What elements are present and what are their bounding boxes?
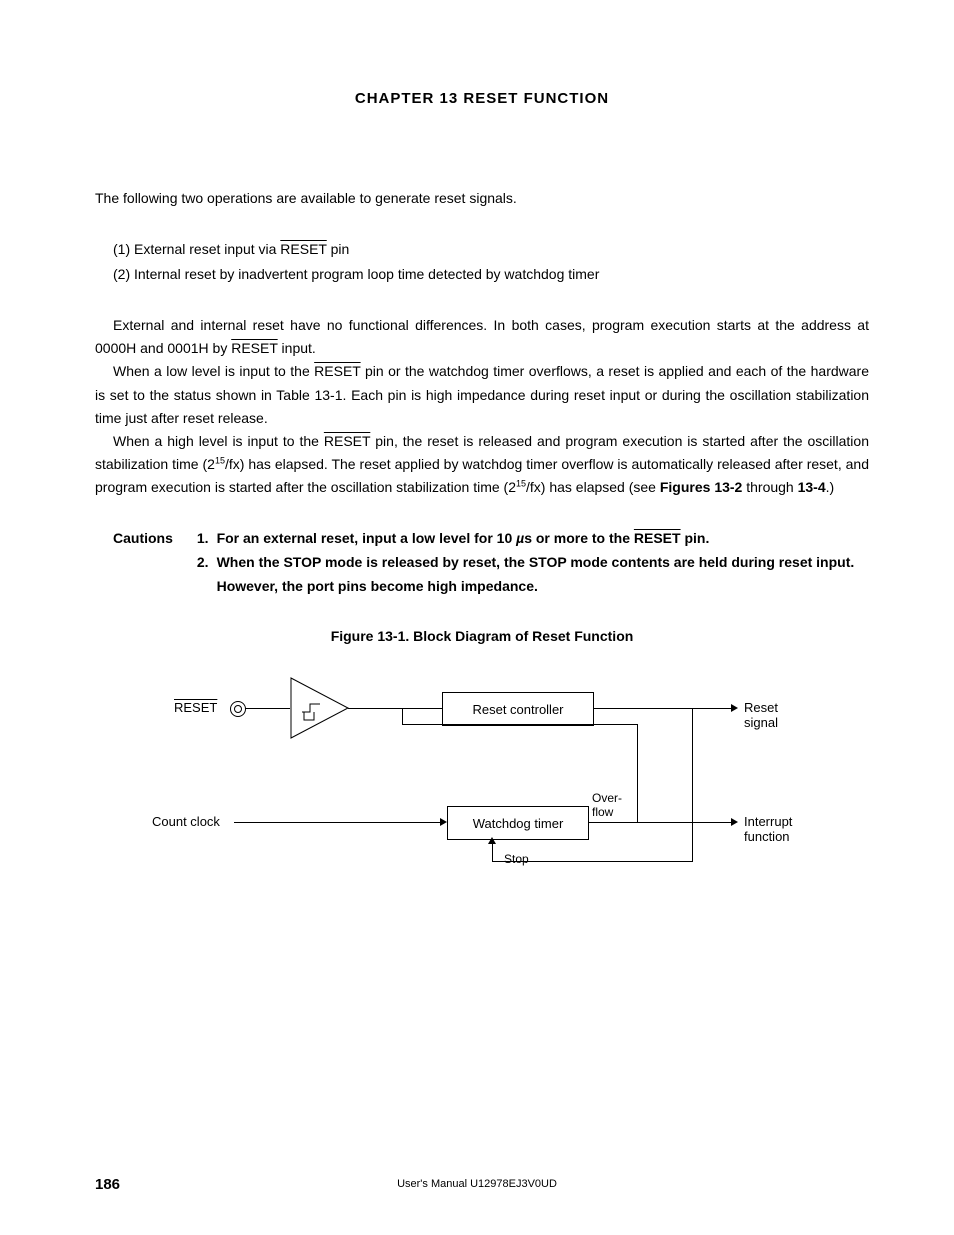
caution-1-text: For an external reset, input a low level…: [217, 527, 869, 551]
wire: [593, 708, 733, 709]
p3-e: through: [742, 479, 797, 495]
interrupt-function-label: Interrupt function: [744, 814, 802, 844]
caution-1-num: 1.: [197, 527, 217, 551]
wire: [692, 708, 693, 822]
watchdog-timer-block: Watchdog timer: [447, 806, 589, 840]
c1-c: pin.: [681, 530, 710, 546]
arrow-right-icon: [440, 818, 447, 826]
page-number: 186: [95, 1176, 120, 1193]
reset-overline: RESET: [314, 363, 360, 379]
stop-label: Stop: [504, 852, 529, 866]
list-item-1: (1) External reset input via RESET pin: [113, 238, 869, 261]
mu-symbol: µ: [516, 530, 524, 546]
reset-overline: RESET: [231, 340, 277, 356]
watchdog-timer-label: Watchdog timer: [473, 816, 564, 832]
wire: [692, 822, 693, 862]
p3-a: When a high level is input to the: [113, 433, 324, 449]
p3-f: .): [826, 479, 835, 495]
arrow-up-icon: [488, 837, 496, 844]
chapter-title: CHAPTER 13 RESET FUNCTION: [95, 90, 869, 107]
wire: [588, 822, 733, 823]
exponent-15: 15: [516, 478, 526, 488]
p1-b: input.: [278, 340, 316, 356]
reset-controller-label: Reset controller: [472, 702, 563, 718]
reset-overline: RESET: [634, 530, 681, 546]
list-1-post: pin: [327, 241, 350, 257]
arrow-right-icon: [731, 818, 738, 826]
c1-b: s or more to the: [524, 530, 634, 546]
paragraph-2: When a low level is input to the RESET p…: [95, 360, 869, 429]
caution-2: 2. When the STOP mode is released by res…: [197, 551, 869, 599]
wire: [402, 724, 637, 725]
footer-text: User's Manual U12978EJ3V0UD: [0, 1178, 954, 1190]
intro-paragraph: The following two operations are availab…: [95, 187, 869, 210]
reset-controller-block: Reset controller: [442, 692, 594, 726]
list-1-pre: (1) External reset input via: [113, 241, 280, 257]
cautions-block: Cautions 1. For an external reset, input…: [95, 527, 869, 598]
block-diagram: RESET Reset controller Reset signal Coun…: [162, 664, 802, 884]
overflow-label: Over- flow: [592, 792, 622, 818]
wire: [245, 708, 290, 709]
reset-signal-label: Reset signal: [744, 700, 802, 730]
cautions-items: 1. For an external reset, input a low le…: [197, 527, 869, 598]
caution-1: 1. For an external reset, input a low le…: [197, 527, 869, 551]
wire: [348, 708, 442, 709]
wire: [637, 724, 638, 822]
caution-2-num: 2.: [197, 551, 217, 599]
paragraph-3: When a high level is input to the RESET …: [95, 430, 869, 499]
page: CHAPTER 13 RESET FUNCTION The following …: [0, 0, 954, 1235]
figure-title: Figure 13-1. Block Diagram of Reset Func…: [95, 628, 869, 644]
cautions-label: Cautions: [95, 527, 197, 598]
list-2-text: (2) Internal reset by inadvertent progra…: [113, 266, 599, 282]
reset-overline: RESET: [324, 433, 370, 449]
wire: [402, 708, 403, 724]
buffer-icon: [290, 677, 352, 739]
list-item-2: (2) Internal reset by inadvertent progra…: [113, 263, 869, 286]
count-clock-label: Count clock: [152, 814, 220, 829]
reset-overline: RESET: [280, 241, 326, 257]
caution-2-text: When the STOP mode is released by reset,…: [217, 551, 869, 599]
intro-text: The following two operations are availab…: [95, 190, 517, 206]
exponent-15: 15: [215, 455, 225, 465]
p1-a: External and internal reset have no func…: [95, 317, 869, 356]
wire: [234, 822, 442, 823]
paragraph-1: External and internal reset have no func…: [95, 314, 869, 360]
pin-circle-icon: [230, 701, 246, 717]
figure-ref-13-4: 13-4: [798, 479, 826, 495]
p2-a: When a low level is input to the: [113, 363, 314, 379]
p3-d: /fx) has elapsed (see: [526, 479, 660, 495]
arrow-right-icon: [731, 704, 738, 712]
figure-ref-13-2: Figures 13-2: [660, 479, 742, 495]
c1-a: For an external reset, input a low level…: [217, 530, 517, 546]
reset-pin-label: RESET: [174, 700, 217, 715]
